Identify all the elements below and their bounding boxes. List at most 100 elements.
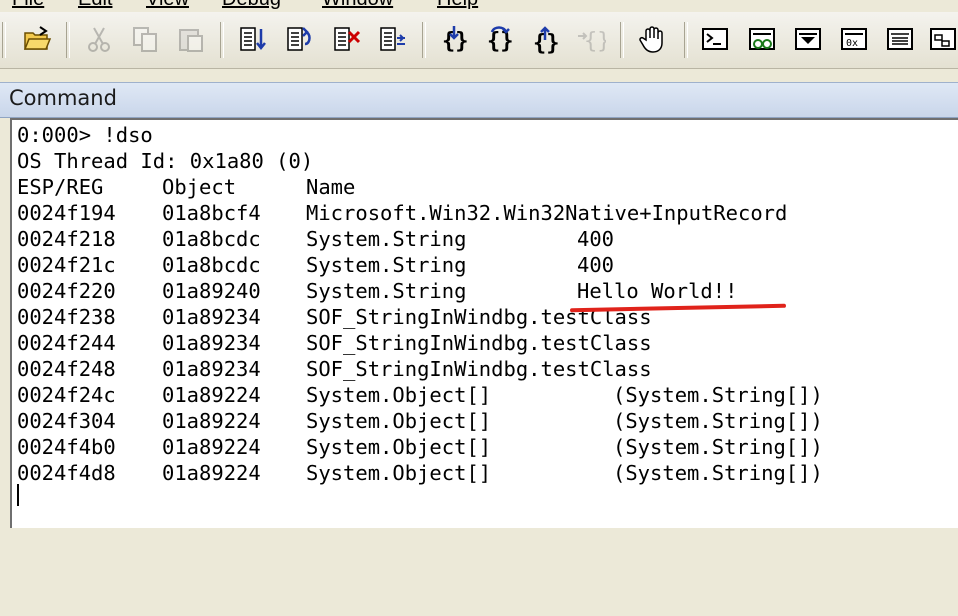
menu-help[interactable]: Help — [437, 0, 478, 11]
toolbar: {} {} {} {} 0x — [0, 12, 958, 69]
toolbar-grip — [2, 22, 6, 58]
command-output: 0:000> !dso OS Thread Id: 0x1a80 (0) ESP… — [17, 122, 823, 486]
text-caret — [17, 484, 19, 506]
output-row: 0024f248 01a89234 SOF_StringInWindbg.tes… — [17, 356, 652, 382]
name-cell: System.Object[] — [306, 383, 492, 407]
menu-debug[interactable]: Debug — [222, 0, 281, 11]
registers-window-icon[interactable]: 0x — [837, 22, 871, 56]
object-cell: 01a8bcdc — [162, 227, 261, 251]
header-esp-reg: ESP/REG — [17, 175, 104, 199]
output-line: OS Thread Id: 0x1a80 (0) — [17, 148, 313, 174]
array-type-cell: (System.String[]) — [613, 409, 823, 433]
thread-id-text: OS Thread Id: 0x1a80 (0) — [17, 149, 314, 173]
name-cell: System.String — [306, 227, 467, 251]
detach-icon[interactable] — [376, 22, 410, 56]
paste-icon[interactable] — [174, 22, 208, 56]
name-cell: System.String — [306, 279, 467, 303]
esp-reg-cell: 0024f194 — [17, 201, 116, 225]
toolbar-separator — [684, 22, 688, 58]
step-into-icon[interactable]: {} — [437, 22, 471, 56]
output-row: 0024f194 01a8bcf4 Microsoft.Win32.Win32N… — [17, 200, 787, 226]
command-output-pane[interactable]: 0:000> !dso OS Thread Id: 0x1a80 (0) ESP… — [10, 118, 958, 528]
string-value-cell: Hello World!! — [577, 279, 738, 303]
svg-text:0x: 0x — [846, 38, 858, 49]
go-icon[interactable] — [236, 22, 270, 56]
esp-reg-cell: 0024f4d8 — [17, 461, 116, 485]
svg-text:{}: {} — [584, 29, 606, 54]
header-name: Name — [306, 175, 356, 199]
object-cell: 01a89234 — [162, 357, 261, 381]
output-row: 0024f218 01a8bcdc System.String 400 — [17, 226, 614, 252]
step-over-icon[interactable]: {} — [482, 22, 516, 56]
esp-reg-cell: 0024f218 — [17, 227, 116, 251]
output-row: 0024f238 01a89234 SOF_StringInWindbg.tes… — [17, 304, 652, 330]
esp-reg-cell: 0024f24c — [17, 383, 116, 407]
object-cell: 01a89234 — [162, 305, 261, 329]
copy-icon[interactable] — [128, 22, 162, 56]
name-cell: System.Object[] — [306, 409, 492, 433]
object-cell: 01a89224 — [162, 435, 261, 459]
output-row: 0024f244 01a89234 SOF_StringInWindbg.tes… — [17, 330, 652, 356]
name-cell: System.Object[] — [306, 435, 492, 459]
locals-window-icon[interactable] — [791, 22, 825, 56]
memory-window-icon[interactable] — [883, 22, 917, 56]
call-stack-window-icon[interactable] — [926, 22, 958, 56]
output-line: 0:000> !dso — [17, 122, 153, 148]
object-cell: 01a89224 — [162, 383, 261, 407]
command-window-title: Command — [9, 86, 117, 110]
output-row: 0024f304 01a89224 System.Object[] (Syste… — [17, 408, 823, 434]
esp-reg-cell: 0024f244 — [17, 331, 116, 355]
name-cell: System.Object[] — [306, 461, 492, 485]
command-window-icon[interactable] — [698, 22, 732, 56]
output-row: 0024f4b0 01a89224 System.Object[] (Syste… — [17, 434, 823, 460]
menu-file[interactable]: File — [12, 0, 44, 11]
step-out-icon[interactable]: {} — [528, 22, 562, 56]
esp-reg-cell: 0024f220 — [17, 279, 116, 303]
cut-icon[interactable] — [82, 22, 116, 56]
array-type-cell: (System.String[]) — [613, 461, 823, 485]
output-header-row: ESP/REG Object Name — [17, 174, 355, 200]
object-cell: 01a89224 — [162, 461, 261, 485]
toolbar-separator — [220, 22, 224, 58]
svg-text:{}: {} — [487, 29, 514, 54]
esp-reg-cell: 0024f4b0 — [17, 435, 116, 459]
esp-reg-cell: 0024f248 — [17, 357, 116, 381]
toolbar-separator — [422, 22, 426, 58]
name-cell: Microsoft.Win32.Win32Native+InputRecord — [306, 201, 788, 225]
toolbar-gap — [0, 69, 958, 82]
run-to-cursor-icon[interactable]: {} — [574, 22, 608, 56]
menu-window[interactable]: Window — [322, 0, 393, 11]
window-frame — [0, 118, 10, 526]
output-row: 0024f24c 01a89224 System.Object[] (Syste… — [17, 382, 823, 408]
object-cell: 01a89234 — [162, 331, 261, 355]
object-cell: 01a89224 — [162, 409, 261, 433]
command-window-titlebar[interactable]: Command — [0, 82, 958, 118]
header-object: Object — [162, 175, 237, 199]
esp-reg-cell: 0024f238 — [17, 305, 116, 329]
stop-debugging-icon[interactable] — [330, 22, 364, 56]
object-cell: 01a8bcdc — [162, 253, 261, 277]
esp-reg-cell: 0024f21c — [17, 253, 116, 277]
menu-edit[interactable]: Edit — [78, 0, 112, 11]
output-row: 0024f4d8 01a89224 System.Object[] (Syste… — [17, 460, 823, 486]
array-type-cell: (System.String[]) — [613, 383, 823, 407]
output-row: 0024f220 01a89240 System.String Hello Wo… — [17, 278, 737, 304]
toolbar-separator — [66, 22, 70, 58]
name-cell: System.String — [306, 253, 467, 277]
open-icon[interactable] — [20, 22, 54, 56]
break-hand-icon[interactable] — [636, 22, 670, 56]
restart-icon[interactable] — [283, 22, 317, 56]
array-type-cell: (System.String[]) — [613, 435, 823, 459]
output-row: 0024f21c 01a8bcdc System.String 400 — [17, 252, 614, 278]
name-cell: SOF_StringInWindbg.testClass — [306, 331, 652, 355]
menu-view[interactable]: View — [146, 0, 189, 11]
watch-window-icon[interactable] — [745, 22, 779, 56]
esp-reg-cell: 0024f304 — [17, 409, 116, 433]
string-value-cell: 400 — [577, 253, 615, 277]
toolbar-separator — [620, 22, 624, 58]
menu-bar: File Edit View Debug Window Help — [0, 0, 958, 12]
name-cell: SOF_StringInWindbg.testClass — [306, 357, 652, 381]
object-cell: 01a89240 — [162, 279, 261, 303]
string-value-cell: 400 — [577, 227, 615, 251]
prompt-command: 0:000> !dso — [17, 123, 153, 147]
